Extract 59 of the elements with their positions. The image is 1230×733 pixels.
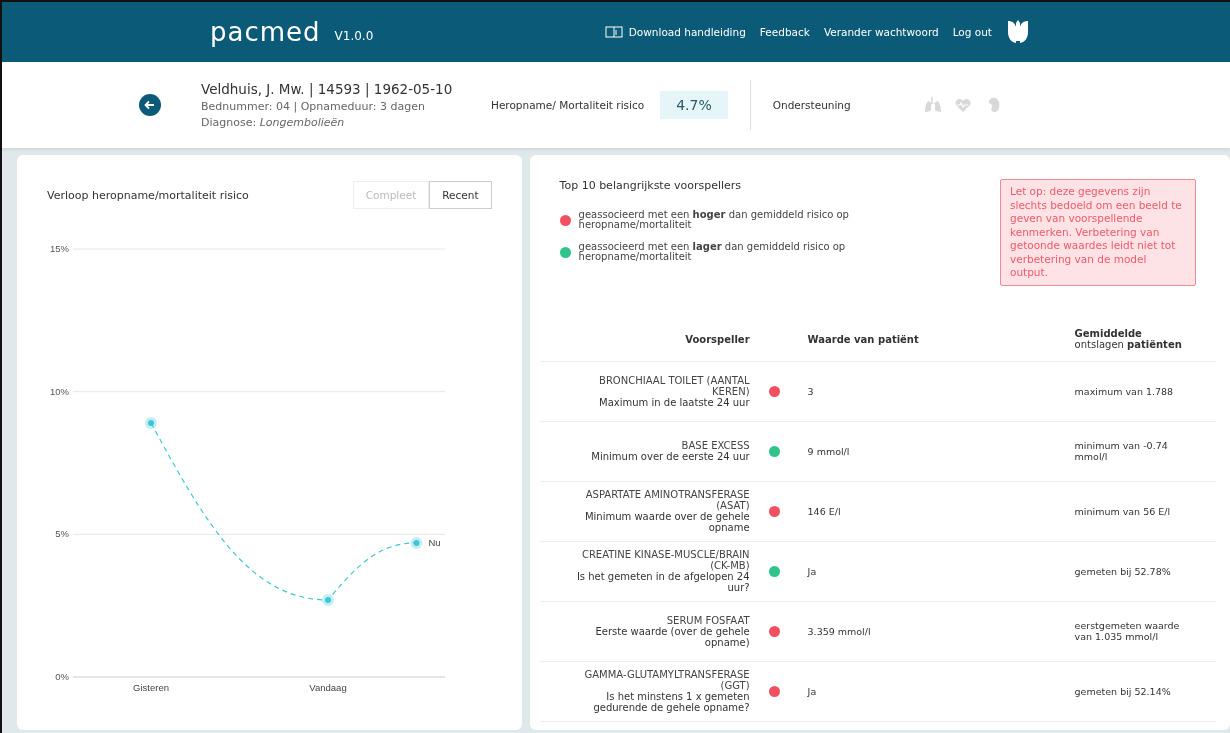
x-tick-label: Gisteren	[133, 682, 169, 693]
data-point	[410, 536, 423, 549]
data-point	[145, 417, 157, 430]
predictor-detail: Is het gemeten in de afgelopen 24 uur?	[575, 571, 750, 593]
average-value: minimum van 56 E/l	[1074, 505, 1172, 517]
predictor-detail: Minimum waarde over de gehele opname	[583, 511, 750, 533]
card-title: Verloop heropname/mortaliteit risico	[47, 188, 249, 202]
patient-value: 146 E/l	[806, 505, 842, 517]
point-label: Nu	[428, 536, 441, 548]
y-tick-label: 10%	[50, 385, 69, 397]
toggle-tab[interactable]: Recent	[429, 181, 492, 209]
predictor-name: ASPARTATE AMINOTRANSFERASE (ASAT)	[584, 489, 750, 511]
nav-link[interactable]: Verander wachtwoord	[823, 26, 939, 38]
data-point	[322, 593, 334, 606]
predictor-detail: Eerste waarde (over de gehele opname)	[594, 625, 750, 648]
patient-value: 3.359 mmol/l	[806, 625, 872, 637]
arrow-left-icon	[144, 99, 156, 111]
y-tick-label: 15%	[50, 243, 69, 254]
tulip-logo-icon	[1006, 19, 1030, 45]
predictor-name: BASE EXCESS	[681, 440, 750, 451]
book-icon	[604, 26, 623, 38]
average-value: gemeten bij 52.14%	[1074, 685, 1172, 697]
average-value: gemeten bij 52.78%	[1074, 565, 1172, 577]
card-title: Top 10 belangrijkste voorspellers	[559, 179, 743, 192]
predictor-name: SERUM FOSFAAT	[666, 614, 750, 626]
nav-link[interactable]: Feedback	[759, 26, 810, 38]
warning-note: Let op: deze gegevens zijn slechts bedoeld om een beeld te geven van voorspellende kenmerken. Verbetering van getoonde waardes leidt niet tot verbetering van de model output.	[1000, 179, 1196, 286]
average-value: eerstgemeten waarde van 1.035 mmol/l	[1074, 620, 1181, 642]
x-tick-label: Vandaag	[309, 682, 347, 693]
patient-value: Ja	[806, 565, 818, 577]
predictor-detail: Is het minstens 1 x gemeten gedurende de gehele opname?	[592, 691, 750, 713]
risk-label: Heropname/ Mortaliteit risico	[491, 99, 645, 111]
predictor-name: GAMMA-GLUTAMYLTRANSFERASE (GGT)	[583, 669, 750, 691]
nav-link[interactable]: Log out	[952, 26, 992, 38]
predictor-detail: Maximum in de laatste 24 uur	[599, 396, 750, 408]
version-label: V1.0.0	[334, 29, 374, 43]
support-label: Ondersteuning	[772, 99, 851, 111]
diagnosis: Diagnose: Longembolieën	[201, 116, 346, 129]
patient-details: Bednummer: 04 | Opnameduur: 3 dagen	[201, 100, 426, 113]
column-header: Waarde van patiënt	[806, 333, 920, 345]
patient-name: Veldhuis, J. Mw. | 14593 | 1962-05-10	[201, 81, 454, 97]
column-header: Gemiddelde ontslagen patiënten	[1074, 328, 1183, 350]
y-tick-label: 0%	[55, 671, 69, 682]
download-link[interactable]: Download handleiding	[604, 26, 746, 38]
average-value: minimum van -0.74 mmol/l	[1074, 440, 1169, 462]
logo: pacmed	[210, 17, 321, 47]
patient-value: 3	[806, 385, 815, 397]
risk-value: 4.7%	[660, 91, 728, 119]
predictor-name: BRONCHIAAL TOILET (AANTAL KEREN)	[598, 374, 750, 397]
predictor-detail: Minimum over de eerste 24 uur	[591, 451, 750, 462]
patient-value: 9 mmol/l	[806, 445, 851, 457]
y-tick-label: 5%	[55, 528, 69, 540]
back-button[interactable]	[139, 94, 161, 116]
predictor-name: CREATINE KINASE-MUSCLE/BRAIN (CK-MB)	[580, 549, 750, 571]
average-value: maximum van 1.788	[1074, 385, 1175, 397]
legend-text: geassocieerd met een lager dan gemiddeld risico op heropname/mortaliteit	[578, 242, 847, 262]
column-header: Voorspeller	[684, 333, 750, 345]
patient-value: Ja	[806, 685, 818, 697]
legend-text: geassocieerd met een hoger dan gemiddeld risico op heropname/mortaliteit	[578, 210, 850, 230]
